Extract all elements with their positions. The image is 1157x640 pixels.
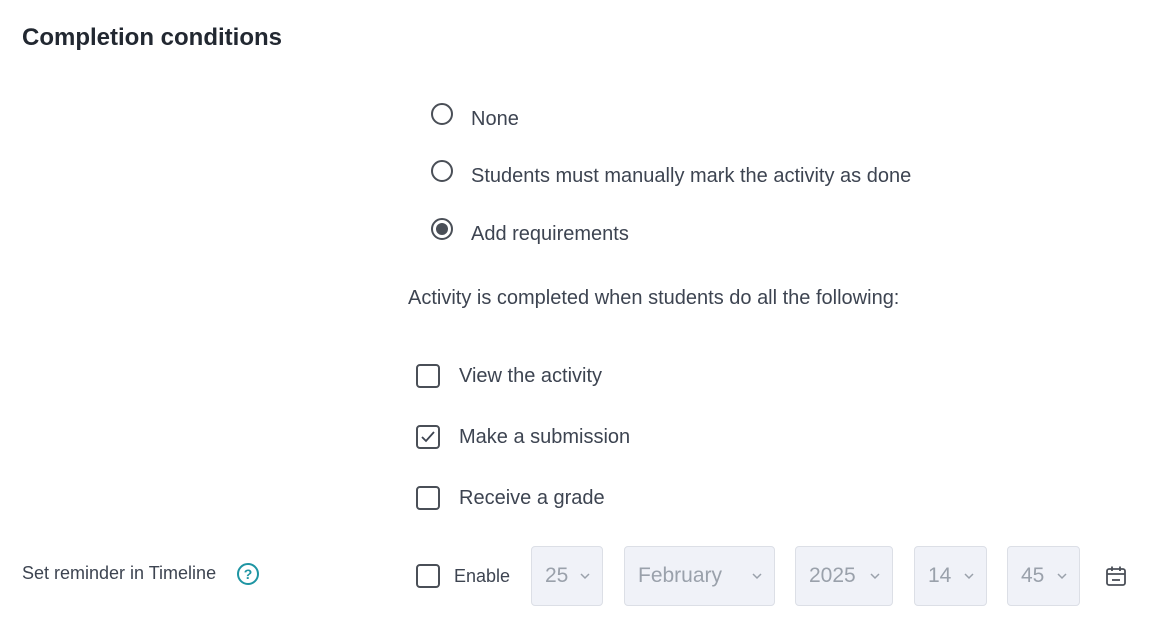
checkbox-label: Make a submission [459,425,631,448]
radio-button[interactable] [431,102,453,125]
checkbox-label: View the activity [459,364,603,387]
minute-value: 45 [1021,564,1045,587]
checkbox-label: Receive a grade [459,486,605,509]
radio-label: None [471,108,519,130]
requirements-intro: Activity is completed when students do a… [408,287,900,309]
month-select[interactable]: February [624,546,775,606]
enable-label: Enable [454,565,511,586]
help-icon[interactable]: ? [237,563,259,585]
day-value: 25 [545,564,569,587]
checkbox[interactable] [416,425,440,449]
enable-checkbox[interactable] [416,564,440,588]
reminder-enable[interactable]: Enable [416,564,510,588]
hour-value: 14 [928,564,952,587]
radio-label: Students must manually mark the activity… [471,165,912,187]
radio-add-requirements[interactable]: Add requirements [431,217,629,245]
chevron-down-icon [964,573,974,580]
radio-button[interactable] [431,159,453,182]
calendar-icon[interactable] [1104,564,1128,588]
hour-select[interactable]: 14 [914,546,987,606]
chevron-down-icon [752,573,762,580]
checkbox[interactable] [416,364,440,388]
help-glyph: ? [243,566,253,582]
radio-none[interactable]: None [431,102,519,130]
chevron-down-icon [870,573,880,580]
reminder-label: Set reminder in Timeline [22,563,217,583]
chevron-down-icon [580,573,590,580]
checkmark-icon [421,431,435,443]
year-select[interactable]: 2025 [795,546,893,606]
checkbox-make-submission[interactable]: Make a submission [416,425,630,449]
checkbox-view-activity[interactable]: View the activity [416,364,602,388]
checkbox[interactable] [416,486,440,510]
radio-button[interactable] [431,217,453,240]
day-select[interactable]: 25 [531,546,603,606]
radio-label: Add requirements [471,223,629,245]
year-value: 2025 [809,564,856,587]
checkbox-receive-grade[interactable]: Receive a grade [416,486,605,510]
month-value: February [638,564,723,587]
minute-select[interactable]: 45 [1007,546,1080,606]
radio-manual-completion[interactable]: Students must manually mark the activity… [431,159,911,187]
chevron-down-icon [1057,573,1067,580]
section-title: Completion conditions [22,24,282,51]
